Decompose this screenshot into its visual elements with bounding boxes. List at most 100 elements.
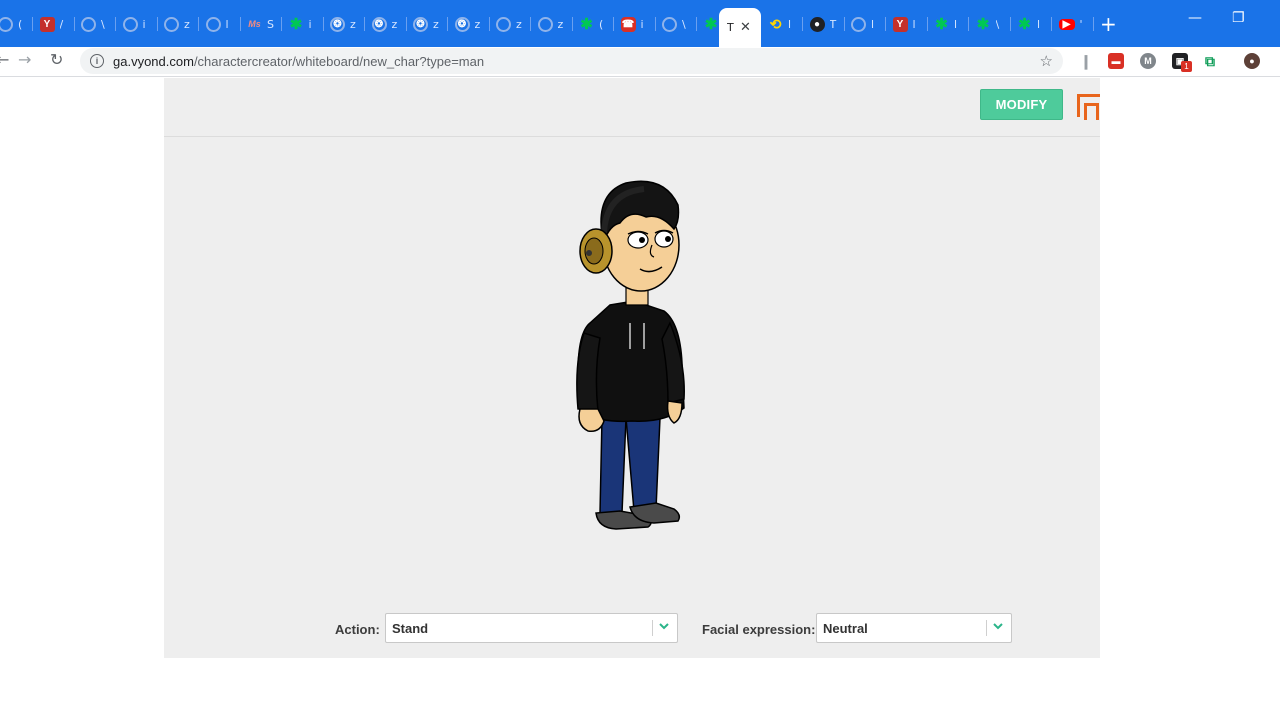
tab-title: l [954,17,958,31]
tab-title: ' [1079,17,1083,31]
site-info-icon[interactable]: i [90,54,104,68]
browser-tab[interactable]: ✱ \ [970,10,1011,38]
chevron-down-icon[interactable] [657,619,671,633]
github-icon: ● [809,16,825,32]
tab-title: l [1037,17,1041,31]
tab-title: i [142,17,146,31]
extension-feather-icon[interactable]: ❙ [1078,53,1094,69]
browser-tab[interactable]: Y / [34,10,75,38]
browser-tab[interactable]: ❂ z [366,10,407,38]
select-divider [652,620,653,636]
minimize-icon[interactable]: — [1188,10,1202,26]
browser-tab[interactable]: l [200,10,241,38]
action-label: Action: [335,622,380,637]
app-header: MODIFY [164,78,1100,137]
tab-title: T [829,17,837,31]
red-app-icon: ☎ [620,16,636,32]
vyond-icon: ✱ [976,16,990,33]
browser-tab[interactable]: \ [75,10,116,38]
restore-icon[interactable]: ❐ [1232,10,1245,26]
browser-tab[interactable]: ( [0,10,33,38]
back-icon[interactable]: ← [0,50,9,69]
browser-tab[interactable]: i [117,10,158,38]
character-right-hand [666,400,683,424]
tab-title: l [871,17,875,31]
browser-tab[interactable]: ❂ z [324,10,365,38]
ring-icon [0,16,13,32]
snail-icon: ❂ [413,16,428,32]
browser-tab[interactable]: ● T [804,10,845,38]
profile-avatar[interactable]: ● [1244,53,1260,69]
ring-icon [164,16,179,32]
browser-tab[interactable]: \ [656,10,697,38]
browser-tab[interactable]: ✱ i [283,10,324,38]
browser-tab[interactable]: z [532,10,573,38]
snail-icon: ❂ [454,16,470,32]
reload-icon[interactable]: ↻ [50,50,63,69]
action-select[interactable]: Stand [385,613,678,643]
tab-title: i [308,17,312,31]
extension-green-icon[interactable]: ⧉ [1202,53,1218,69]
y-icon: Y [892,16,908,32]
y-icon: Y [39,16,55,32]
extension-m-icon[interactable]: M [1140,53,1156,69]
modify-button[interactable]: MODIFY [980,89,1063,120]
tab-title: z [474,17,481,31]
tab-title: l [912,17,916,31]
chevron-down-icon[interactable] [991,619,1005,633]
browser-tab[interactable]: ✱l [928,10,969,38]
browser-tab[interactable]: ☎ i [615,10,656,38]
character-right-leg [625,417,661,512]
browser-tab[interactable]: ⟲ l [762,10,803,38]
browser-tab[interactable]: ✱( [573,10,614,38]
ring-icon [496,16,511,32]
tab-title: z [184,17,190,31]
ms-icon: Ms [248,19,261,29]
address-bar[interactable]: i ga.vyond.com/charactercreator/whiteboa… [80,48,1063,74]
tab-title: \ [682,17,686,31]
ring-icon [81,16,96,32]
character-left-arm [576,332,601,412]
browser-tab[interactable]: Ms S [241,10,282,38]
forward-icon[interactable]: → [18,50,31,69]
character-left-hand [578,408,605,433]
extension-badge: 1 [1181,61,1192,72]
browser-tab[interactable]: Yl [887,10,928,38]
facial-expression-label: Facial expression: [702,622,816,637]
facial-expression-select[interactable]: Neutral [816,613,1012,643]
browser-tab[interactable]: l [845,10,886,38]
snail-icon: ❂ [371,16,387,32]
vyond-icon: ✱ [935,16,948,33]
facial-expression-value: Neutral [823,621,868,636]
extension-red-icon[interactable]: ▬ [1108,53,1124,69]
browser-tab[interactable]: ▶ ' [1053,10,1094,38]
tab-title: z [391,17,398,31]
browser-tab[interactable]: ❂ z [449,10,490,38]
close-tab-icon[interactable]: ✕ [740,20,751,35]
url-text[interactable]: ga.vyond.com/charactercreator/whiteboard… [113,54,484,69]
tab-title: z [557,17,564,31]
character-creator-panel: MODIFY Action: Stand Facial expression: … [164,78,1100,658]
tab-title: ( [599,17,604,31]
browser-tab[interactable]: z [490,10,531,38]
vyond-icon: ✱ [1018,16,1031,33]
save-icon[interactable] [1077,94,1100,120]
browser-tab-strip: (Y/\izlMsS✱i❂z❂z❂z❂zzz✱(☎i\✱l T ✕ ⟲l●TlY… [0,0,1280,47]
character-left-leg [599,417,627,514]
tab-title: i [640,17,644,31]
tab-title: \ [101,17,105,31]
browser-tab[interactable]: ❂ z [407,10,448,38]
tab-title: l [788,17,792,31]
vyond-icon: ✱ [704,16,718,33]
tab-title: z [350,17,356,31]
tab-separator [1092,17,1094,31]
tab-title: S [267,17,274,31]
tab-title: \ [995,17,1000,31]
character-preview [576,180,685,530]
controls-row: Action: Stand Facial expression: Neutral [164,612,1100,644]
new-tab-button[interactable]: + [1100,12,1117,36]
tab-active[interactable]: T ✕ [719,8,761,47]
bookmark-star-icon[interactable]: ☆ [1040,52,1053,70]
browser-tab[interactable]: ✱l [1011,10,1052,38]
browser-tab[interactable]: z [158,10,199,38]
